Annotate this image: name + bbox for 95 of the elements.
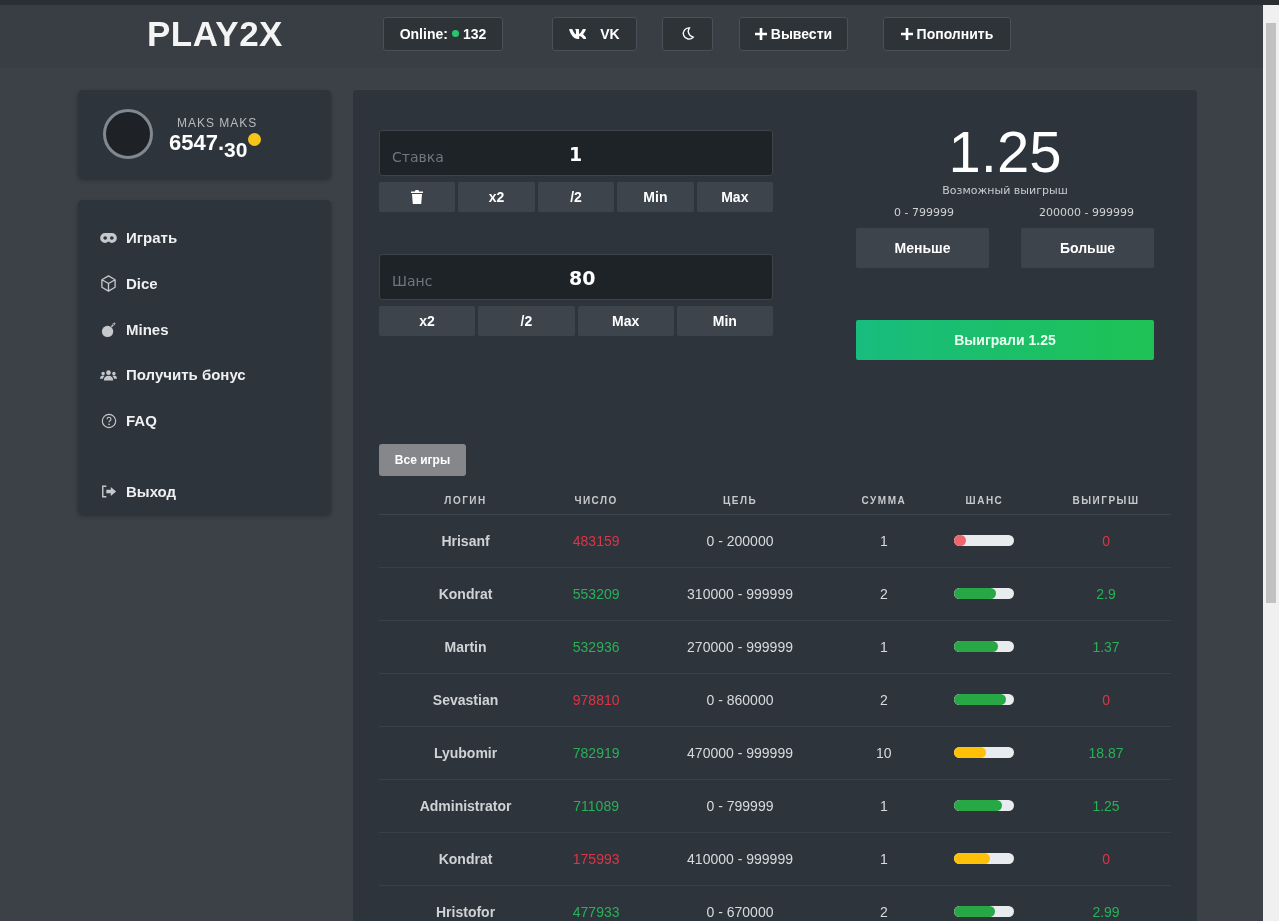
all-games-button[interactable]: Все игры [379, 444, 466, 476]
avatar [103, 109, 153, 159]
target-cell: 310000 - 999999 [640, 567, 840, 620]
target-cell: 470000 - 999999 [640, 726, 840, 779]
target-cell: 0 - 200000 [640, 514, 840, 567]
amount-cell: 1 [839, 514, 928, 567]
trash-icon [411, 190, 424, 204]
clear-button[interactable] [379, 182, 456, 212]
sidebar-item[interactable]: Играть [78, 215, 178, 261]
number-cell: 553209 [552, 567, 641, 620]
number-cell: 483159 [552, 514, 641, 567]
status-dot-icon [451, 30, 459, 37]
amount-cell: 10 [839, 726, 928, 779]
sidebar-item[interactable]: Получить бонус [78, 352, 246, 398]
login-cell: Hristofor [379, 885, 553, 921]
adjust-button[interactable]: x2 [379, 306, 476, 336]
balance: 6547. [169, 130, 225, 155]
payout-cell: 0 [1041, 673, 1171, 726]
online-label: Online: [399, 25, 448, 42]
adjust-button[interactable]: /2 [478, 306, 575, 336]
number-cell: 175993 [552, 832, 641, 885]
adjust-button[interactable]: Max [577, 306, 674, 336]
adjust-button[interactable]: Max [696, 182, 774, 212]
amount-cell: 1 [839, 832, 928, 885]
sidebar-item[interactable]: Mines [78, 306, 169, 352]
plus-icon [754, 27, 767, 40]
sidebar-item[interactable]: FAQ [78, 397, 157, 444]
number-cell: 782919 [552, 726, 641, 779]
number-cell: 477933 [552, 885, 641, 921]
column-header: ЛОГИН [379, 488, 553, 514]
amount-cell: 2 [839, 673, 928, 726]
login-cell: Hrisanf [379, 514, 553, 567]
adjust-button[interactable]: x2 [458, 182, 535, 212]
target-cell: 270000 - 999999 [640, 620, 840, 673]
login-cell: Administrator [379, 779, 553, 832]
range-label: 0 - 799999 [894, 206, 954, 219]
target-cell: 0 - 670000 [640, 885, 840, 921]
payout-cell: 1.37 [1041, 620, 1171, 673]
payout-cell: 1.25 [1041, 779, 1171, 832]
column-header: ВЫИГРЫШ [1041, 488, 1171, 514]
balance-decimals: 30 [224, 138, 248, 162]
sidebar-item[interactable]: Выход [78, 468, 177, 515]
coin-icon [248, 133, 262, 146]
users-icon [100, 368, 117, 381]
payout-cell: 2.9 [1041, 567, 1171, 620]
vk-logo-icon [569, 28, 587, 39]
gamepad-icon [100, 232, 117, 243]
payout-cell: 2.99 [1041, 885, 1171, 921]
number-cell: 978810 [552, 673, 641, 726]
target-cell: 0 - 799999 [640, 779, 840, 832]
bet-button[interactable]: Меньше [856, 228, 989, 268]
range-label: 200000 - 999999 [1039, 206, 1134, 219]
site-logo[interactable]: PLAY2X [147, 13, 283, 54]
vk-button[interactable]: VK [551, 16, 637, 51]
login-cell: Sevastian [379, 673, 553, 726]
amount-cell: 2 [839, 567, 928, 620]
column-header: ЦЕЛЬ [640, 488, 840, 514]
target-cell: 410000 - 999999 [640, 832, 840, 885]
number-cell: 532936 [552, 620, 641, 673]
theme-toggle-button[interactable] [661, 16, 713, 51]
login-cell: Kondrat [379, 832, 553, 885]
number-cell: 711089 [552, 779, 641, 832]
login-cell: Lyubomir [379, 726, 553, 779]
question-icon [100, 412, 117, 429]
stake-field[interactable]: Ставка 1 [379, 130, 773, 176]
sidebar-item[interactable]: Dice [78, 260, 158, 307]
bomb-icon [100, 320, 117, 338]
scrollbar[interactable] [1263, 5, 1279, 921]
login-cell: Kondrat [379, 567, 553, 620]
column-header: ЧИСЛО [552, 488, 641, 514]
deposit-button[interactable]: Пополнить [882, 16, 1011, 51]
cube-icon [100, 275, 117, 292]
target-cell: 0 - 860000 [640, 673, 840, 726]
login-cell: Martin [379, 620, 553, 673]
amount-cell: 1 [839, 779, 928, 832]
online-count: 132 [462, 25, 487, 42]
column-header: ШАНС [927, 488, 1042, 514]
adjust-button[interactable]: Min [617, 182, 694, 212]
payout-cell: 0 [1041, 832, 1171, 885]
exit-icon [100, 484, 117, 498]
multiplier: 1.25 [948, 118, 1062, 186]
possible-win-label: Возможный выигрыш [942, 184, 1068, 197]
payout-cell: 0 [1041, 514, 1171, 567]
chance-field[interactable]: Шанс 80 [379, 254, 773, 300]
bet-button[interactable]: Больше [1021, 228, 1154, 268]
plus-icon [900, 27, 913, 40]
user-name: MAKS MAKS [177, 116, 259, 130]
adjust-button[interactable]: /2 [537, 182, 615, 212]
amount-cell: 1 [839, 620, 928, 673]
amount-cell: 2 [839, 885, 928, 921]
withdraw-button[interactable]: Вывести [738, 16, 848, 51]
result-banner: Выиграли 1.25 [856, 320, 1154, 360]
payout-cell: 18.87 [1041, 726, 1171, 779]
column-header: СУММА [839, 488, 928, 514]
adjust-button[interactable]: Min [676, 306, 773, 336]
